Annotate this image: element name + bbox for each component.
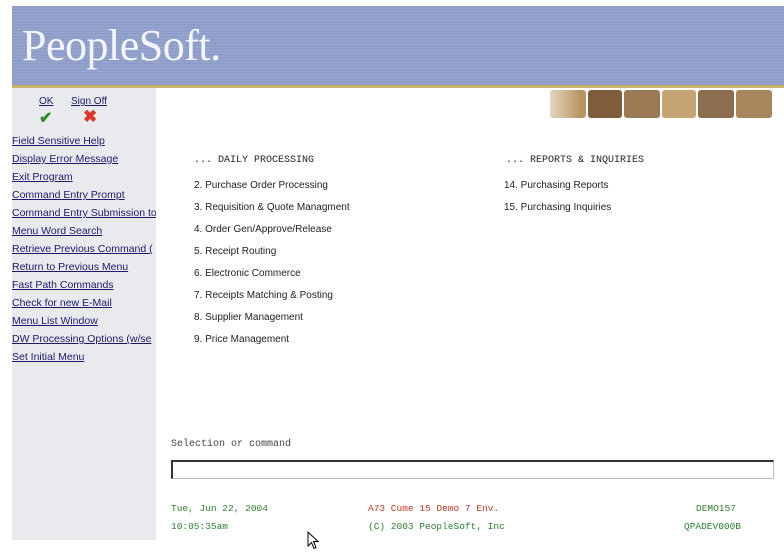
peoplesoft-logo: PeopleSoft. bbox=[22, 21, 221, 70]
header-banner: PeopleSoft. bbox=[12, 6, 784, 85]
sidebar-link-check-email[interactable]: Check for new E-Mail bbox=[12, 294, 156, 312]
close-icon[interactable]: ✖ bbox=[83, 107, 97, 127]
menu-item-electronic-commerce[interactable]: 6. Electronic Commerce bbox=[194, 268, 301, 279]
menu-item-requisition-quote[interactable]: 3. Requisition & Quote Managment bbox=[194, 202, 350, 213]
sidebar-links: Field Sensitive Help Display Error Messa… bbox=[12, 132, 156, 366]
sidebar-link-display-error-message[interactable]: Display Error Message bbox=[12, 150, 156, 168]
footer-environment: A73 Cume 15 Demo 7 Env. bbox=[368, 503, 500, 514]
sidebar-link-retrieve-previous-command[interactable]: Retrieve Previous Command ( bbox=[12, 240, 156, 258]
menu-item-price-management[interactable]: 9. Price Management bbox=[194, 334, 289, 345]
checkmark-icon[interactable]: ✔ bbox=[39, 108, 52, 128]
daily-processing-heading: ... DAILY PROCESSING bbox=[194, 155, 315, 166]
sidebar-link-field-sensitive-help[interactable]: Field Sensitive Help bbox=[12, 132, 156, 150]
photo-strip-image bbox=[530, 88, 784, 120]
ok-signoff-group: OK Sign Off ✔ ✖ bbox=[37, 96, 147, 134]
mouse-cursor-icon bbox=[307, 531, 320, 550]
ok-link[interactable]: OK bbox=[39, 96, 53, 107]
menu-item-purchasing-reports[interactable]: 14. Purchasing Reports bbox=[504, 180, 609, 191]
footer-time: 10:05:35am bbox=[171, 521, 229, 532]
menu-item-supplier-management[interactable]: 8. Supplier Management bbox=[194, 312, 303, 323]
footer-date: Tue, Jun 22, 2004 bbox=[171, 503, 268, 514]
menu-item-purchasing-inquiries[interactable]: 15. Purchasing Inquiries bbox=[504, 202, 611, 213]
sidebar-link-set-initial-menu[interactable]: Set Initial Menu bbox=[12, 348, 156, 366]
selection-command-input[interactable] bbox=[171, 460, 774, 479]
sidebar-link-menu-word-search[interactable]: Menu Word Search bbox=[12, 222, 156, 240]
footer-screen-id: QPADEV000B bbox=[684, 521, 742, 532]
reports-inquiries-heading: ... REPORTS & INQUIRIES bbox=[506, 155, 645, 166]
menu-item-purchase-order-processing[interactable]: 2. Purchase Order Processing bbox=[194, 180, 328, 191]
sidebar-link-command-entry-prompt[interactable]: Command Entry Prompt bbox=[12, 186, 156, 204]
sidebar-link-menu-list-window[interactable]: Menu List Window bbox=[12, 312, 156, 330]
selection-command-label: Selection or command bbox=[171, 439, 292, 450]
sidebar-link-command-entry-submission[interactable]: Command Entry Submission to bbox=[12, 204, 156, 222]
menu-item-receipts-matching[interactable]: 7. Receipts Matching & Posting bbox=[194, 290, 333, 301]
footer-copyright: (C) 2003 PeopleSoft, Inc bbox=[368, 521, 505, 532]
sidebar-link-exit-program[interactable]: Exit Program bbox=[12, 168, 156, 186]
sidebar-link-return-to-previous-menu[interactable]: Return to Previous Menu bbox=[12, 258, 156, 276]
menu-item-receipt-routing[interactable]: 5. Receipt Routing bbox=[194, 246, 276, 257]
sign-off-link[interactable]: Sign Off bbox=[71, 96, 107, 107]
menu-item-order-gen[interactable]: 4. Order Gen/Approve/Release bbox=[194, 224, 332, 235]
sidebar: OK Sign Off ✔ ✖ Field Sensitive Help Dis… bbox=[12, 88, 156, 540]
footer-user-id: DEMO157 bbox=[696, 503, 736, 514]
sidebar-link-fast-path-commands[interactable]: Fast Path Commands bbox=[12, 276, 156, 294]
sidebar-link-dw-processing-options[interactable]: DW Processing Options (w/se bbox=[12, 330, 156, 348]
